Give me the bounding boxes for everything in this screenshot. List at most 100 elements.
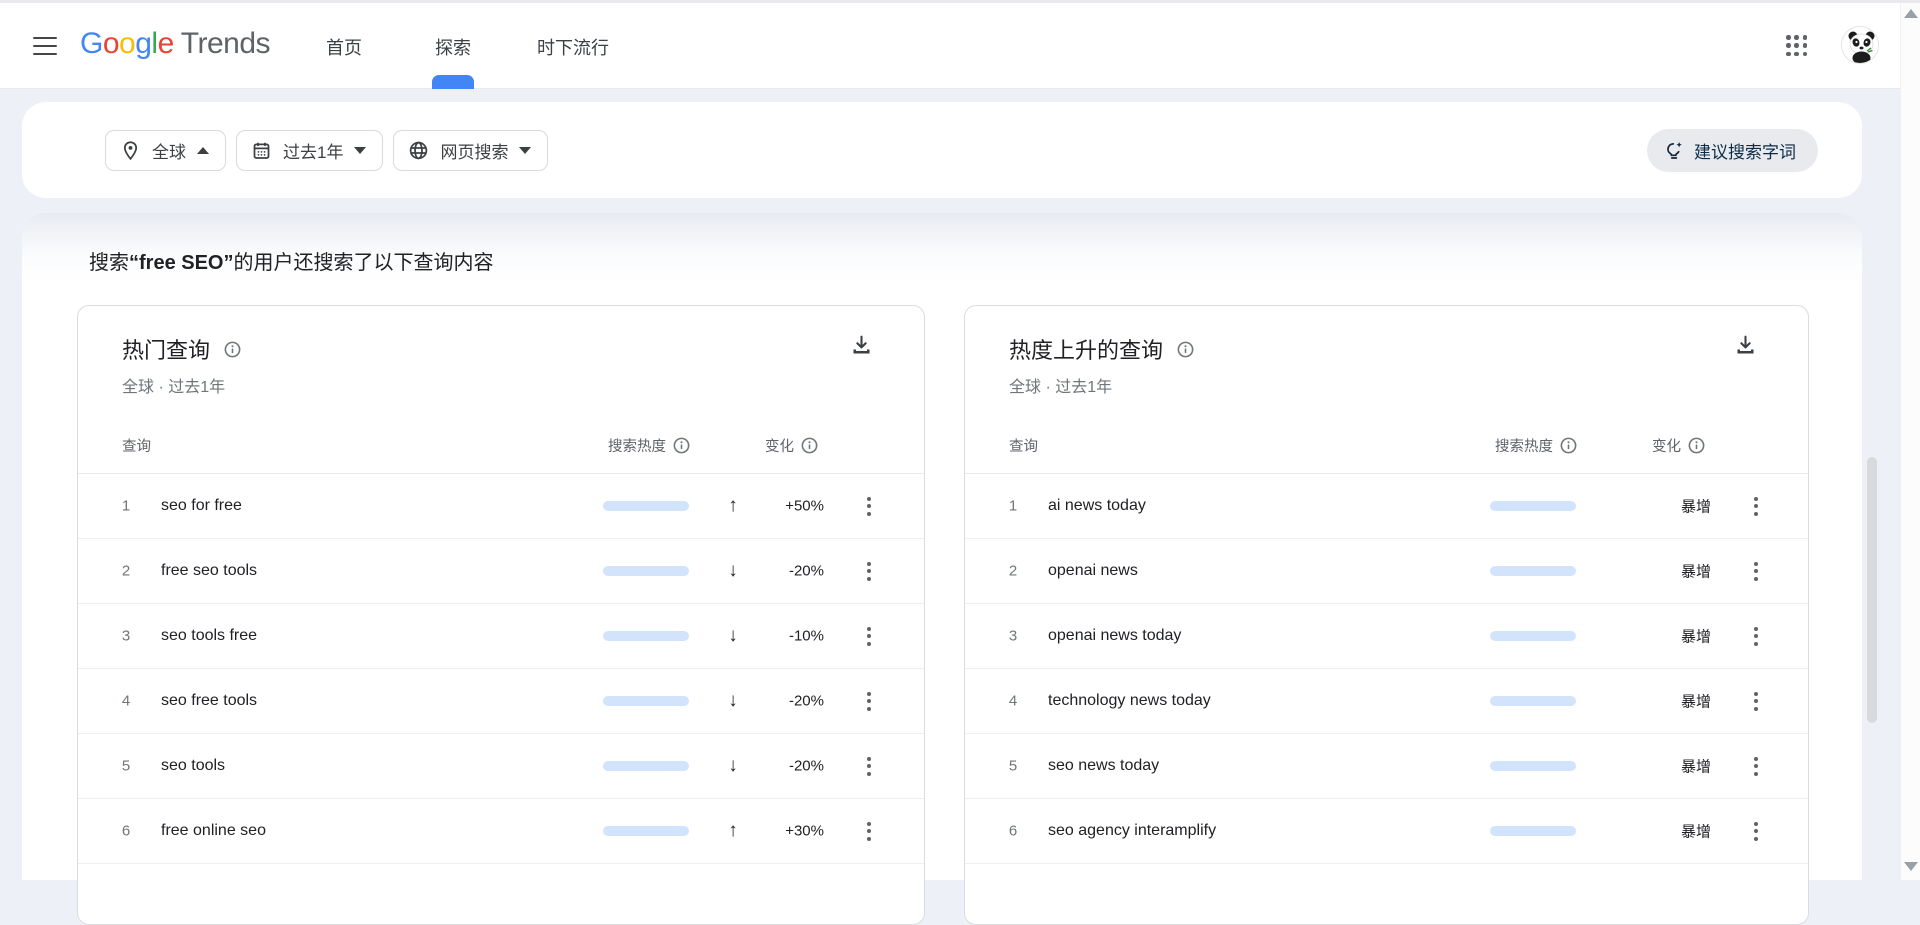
info-icon[interactable] <box>800 436 819 455</box>
row-more-options-icon[interactable] <box>855 752 883 780</box>
browser-scrollbar-track[interactable] <box>1900 0 1920 880</box>
chevron-down-icon <box>354 147 367 154</box>
info-icon[interactable] <box>223 340 242 359</box>
table-row[interactable]: 5 seo tools ↓ -20% <box>78 734 924 799</box>
scrollbar-thumb[interactable] <box>1867 457 1877 723</box>
trends-logo-text: Trends <box>180 27 271 60</box>
row-query-link[interactable]: seo tools <box>161 757 225 775</box>
row-volume-bar <box>603 566 689 576</box>
table-row[interactable]: 6 free online seo ↑ +30% <box>78 799 924 864</box>
location-pin-icon <box>123 141 138 161</box>
user-avatar[interactable] <box>1841 26 1879 64</box>
search-type-filter-dropdown[interactable]: 网页搜索 <box>393 130 549 171</box>
row-more-options-icon[interactable] <box>855 817 883 845</box>
download-icon <box>1736 335 1754 354</box>
table-row[interactable]: 3 seo tools free ↓ -10% <box>78 604 924 669</box>
row-volume-bar <box>1490 696 1576 706</box>
row-query-link[interactable]: free online seo <box>161 822 266 840</box>
row-change-arrow-icon: ↓ <box>728 625 738 646</box>
lightbulb-sparkle-icon <box>1667 141 1682 159</box>
column-change: 变化 <box>1575 435 1706 456</box>
suggest-button-label: 建议搜索字词 <box>1694 143 1796 162</box>
row-change-value: 暴增 <box>1680 498 1711 516</box>
row-volume-bar <box>603 501 689 511</box>
column-volume: 搜索热度 <box>528 435 691 456</box>
row-change-value: 暴增 <box>1680 823 1711 841</box>
table-row[interactable]: 5 seo news today 暴增 <box>965 734 1808 799</box>
row-rank: 1 <box>1008 497 1018 515</box>
row-query-link[interactable]: openai news today <box>1048 627 1181 645</box>
time-filter-dropdown[interactable]: 过去1年 <box>236 130 384 171</box>
table-row[interactable]: 2 free seo tools ↓ -20% <box>78 539 924 604</box>
row-volume-bar <box>1490 501 1576 511</box>
card-scope-label: 全球 · 过去1年 <box>1009 379 1113 396</box>
row-more-options-icon[interactable] <box>1742 752 1770 780</box>
google-trends-logo[interactable]: Google Trends <box>80 27 271 61</box>
info-icon[interactable] <box>1687 436 1706 455</box>
region-filter-dropdown[interactable]: 全球 <box>105 130 226 171</box>
menu-icon[interactable] <box>33 37 57 55</box>
region-filter-value: 全球 <box>152 143 186 162</box>
row-query-link[interactable]: ai news today <box>1048 497 1146 515</box>
row-more-options-icon[interactable] <box>1742 557 1770 585</box>
tab-trending-now[interactable]: 时下流行 <box>537 34 609 60</box>
row-query-link[interactable]: openai news <box>1048 562 1138 580</box>
row-query-link[interactable]: technology news today <box>1048 692 1211 710</box>
panda-avatar-image <box>1842 27 1878 63</box>
row-more-options-icon[interactable] <box>1742 492 1770 520</box>
row-query-link[interactable]: seo free tools <box>161 692 257 710</box>
filter-chips: 全球 过去1年 网页搜索 <box>105 130 549 171</box>
row-more-options-icon[interactable] <box>1742 817 1770 845</box>
logo-letter: g <box>135 27 152 60</box>
table-row[interactable]: 6 seo agency interamplify 暴增 <box>965 799 1808 864</box>
row-more-options-icon[interactable] <box>855 492 883 520</box>
download-button[interactable] <box>844 328 878 362</box>
row-rank: 2 <box>1008 562 1018 580</box>
row-more-options-icon[interactable] <box>855 622 883 650</box>
scroll-down-arrow-icon[interactable] <box>1904 862 1918 871</box>
row-query-link[interactable]: seo agency interamplify <box>1048 822 1216 840</box>
table-row[interactable]: 3 openai news today 暴增 <box>965 604 1808 669</box>
row-more-options-icon[interactable] <box>855 557 883 585</box>
table-row[interactable]: 1 ai news today 暴增 <box>965 474 1808 539</box>
tab-explore[interactable]: 探索 <box>435 34 471 60</box>
table-row[interactable]: 4 technology news today 暴增 <box>965 669 1808 734</box>
row-rank: 6 <box>1008 822 1018 840</box>
suggest-search-terms-button[interactable]: 建议搜索字词 <box>1647 129 1818 172</box>
row-query-link[interactable]: free seo tools <box>161 562 257 580</box>
logo-letter: o <box>102 27 120 60</box>
results-heading: 搜索“free SEO”的用户还搜索了以下查询内容 <box>89 246 493 275</box>
tab-home[interactable]: 首页 <box>326 34 362 60</box>
row-query-link[interactable]: seo news today <box>1048 757 1159 775</box>
row-change-value: +30% <box>785 822 824 840</box>
scroll-up-arrow-icon[interactable] <box>1904 9 1918 18</box>
row-query-link[interactable]: seo tools free <box>161 627 257 645</box>
row-more-options-icon[interactable] <box>1742 622 1770 650</box>
row-rank: 3 <box>1008 627 1018 645</box>
row-change-value: 暴增 <box>1680 693 1711 711</box>
row-more-options-icon[interactable] <box>855 687 883 715</box>
row-rank: 5 <box>121 757 131 775</box>
row-change-value: +50% <box>785 497 824 515</box>
window-top-edge <box>0 0 1920 3</box>
download-icon <box>852 335 870 354</box>
top-queries-card: 热门查询 全球 · 过去1年 查询 搜索热度 变化 1 seo for free… <box>77 305 925 925</box>
download-button[interactable] <box>1728 328 1762 362</box>
row-rank: 5 <box>1008 757 1018 775</box>
row-query-link[interactable]: seo for free <box>161 497 242 515</box>
column-query: 查询 <box>122 439 151 455</box>
row-rank: 3 <box>121 627 131 645</box>
info-icon[interactable] <box>1176 340 1195 359</box>
table-row[interactable]: 2 openai news 暴增 <box>965 539 1808 604</box>
row-volume-bar <box>603 631 689 641</box>
active-tab-underline <box>432 75 474 89</box>
table-body: 1 ai news today 暴增 2 openai news 暴增 3 op… <box>965 474 1808 864</box>
row-more-options-icon[interactable] <box>1742 687 1770 715</box>
chevron-down-icon <box>519 147 532 154</box>
table-row[interactable]: 4 seo free tools ↓ -20% <box>78 669 924 734</box>
row-change-value: -20% <box>788 757 824 775</box>
google-apps-icon[interactable] <box>1786 35 1808 57</box>
table-row[interactable]: 1 seo for free ↑ +50% <box>78 474 924 539</box>
row-rank: 2 <box>121 562 131 580</box>
row-change-arrow-icon: ↓ <box>728 560 738 581</box>
